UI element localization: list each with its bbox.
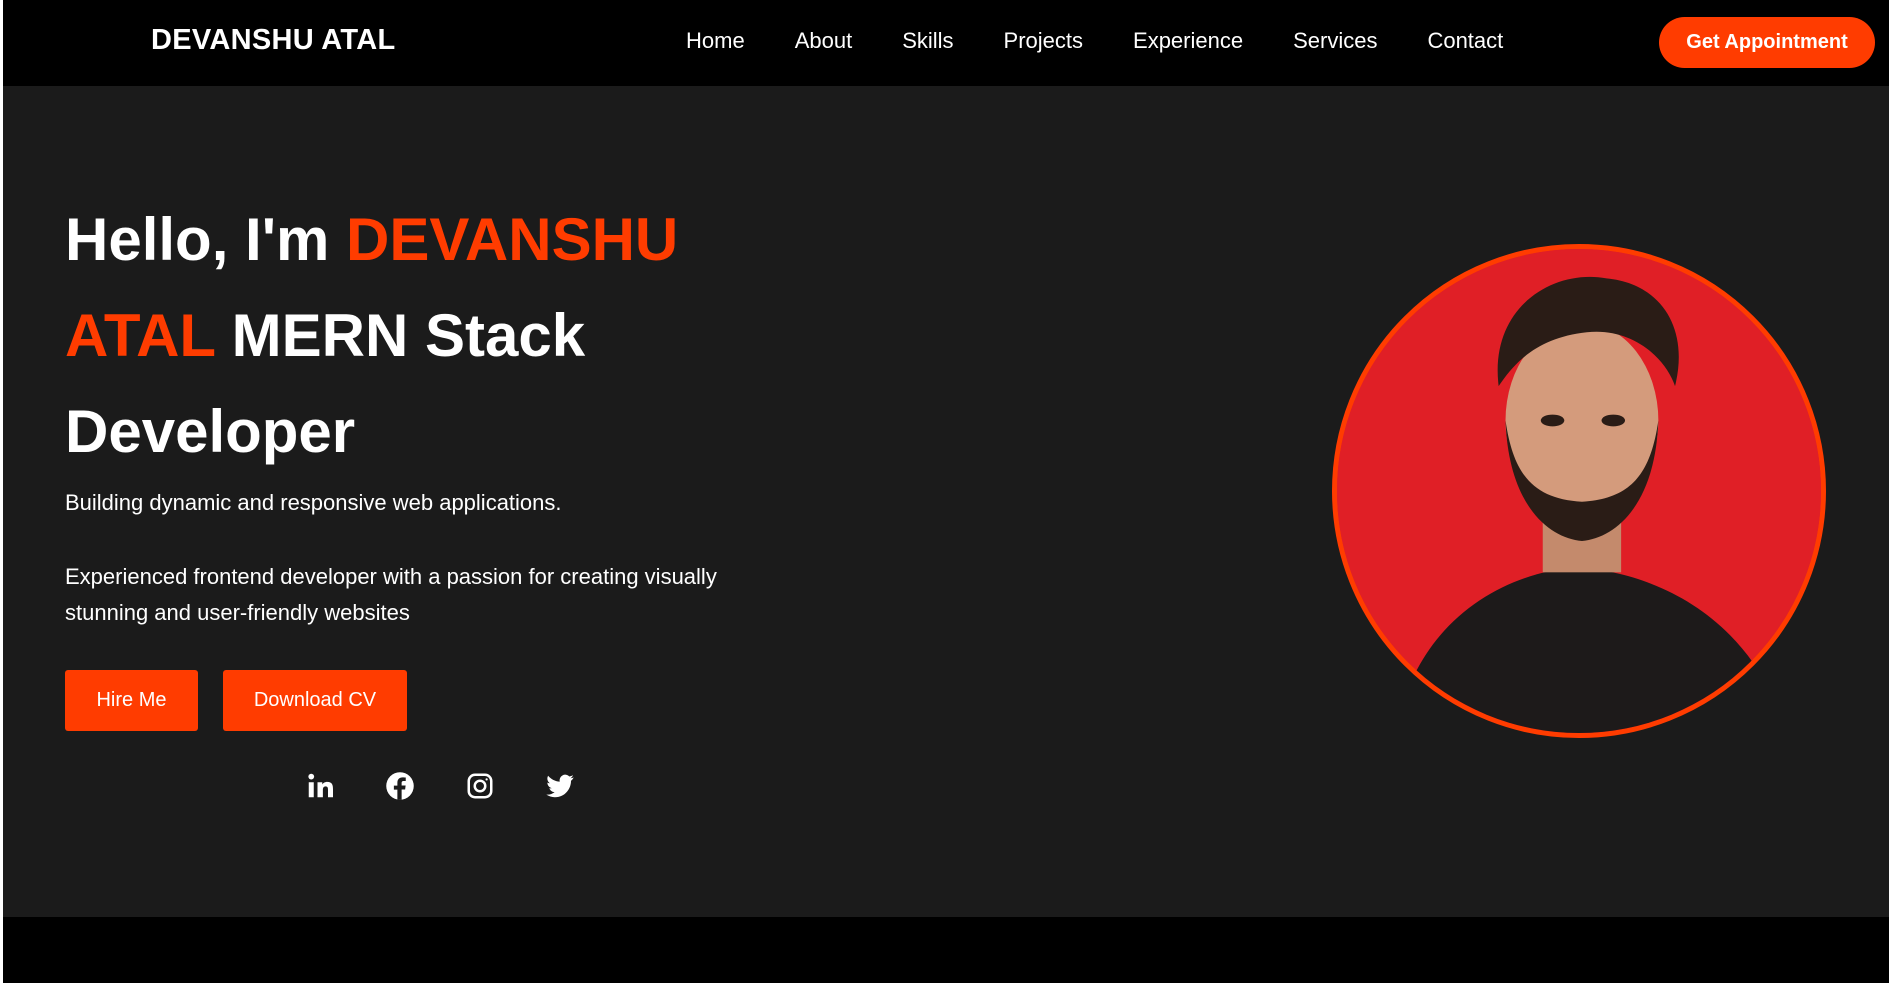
get-appointment-button[interactable]: Get Appointment (1659, 17, 1875, 68)
nav-skills[interactable]: Skills (902, 28, 953, 54)
navbar: DEVANSHU ATAL Home About Skills Projects… (3, 0, 1889, 87)
greeting-text: Hello, I'm (65, 206, 330, 273)
instagram-icon[interactable] (465, 771, 495, 801)
nav-projects[interactable]: Projects (1004, 28, 1083, 54)
facebook-icon[interactable] (385, 771, 415, 801)
social-links (305, 771, 575, 801)
profile-photo (1332, 244, 1826, 738)
nav-services[interactable]: Services (1293, 28, 1377, 54)
hero-section: Hello, I'm DEVANSHU ATAL MERN Stack Deve… (3, 86, 1889, 917)
linkedin-icon[interactable] (305, 771, 335, 801)
next-section (3, 917, 1889, 983)
nav-home[interactable]: Home (686, 28, 745, 54)
brand-logo[interactable]: DEVANSHU ATAL (151, 24, 395, 57)
nav-experience[interactable]: Experience (1133, 28, 1243, 54)
hero-tagline: Building dynamic and responsive web appl… (65, 490, 562, 515)
avatar (1337, 249, 1821, 733)
download-cv-button[interactable]: Download CV (223, 670, 407, 731)
nav-menu: Home About Skills Projects Experience Se… (686, 28, 1553, 54)
hero-headline: Hello, I'm DEVANSHU ATAL MERN Stack Deve… (65, 192, 765, 480)
hire-me-button[interactable]: Hire Me (65, 670, 198, 731)
page: DEVANSHU ATAL Home About Skills Projects… (0, 0, 1889, 983)
nav-contact[interactable]: Contact (1427, 28, 1503, 54)
hero-description: Experienced frontend developer with a pa… (65, 564, 717, 625)
twitter-icon[interactable] (545, 771, 575, 801)
nav-about[interactable]: About (795, 28, 853, 54)
